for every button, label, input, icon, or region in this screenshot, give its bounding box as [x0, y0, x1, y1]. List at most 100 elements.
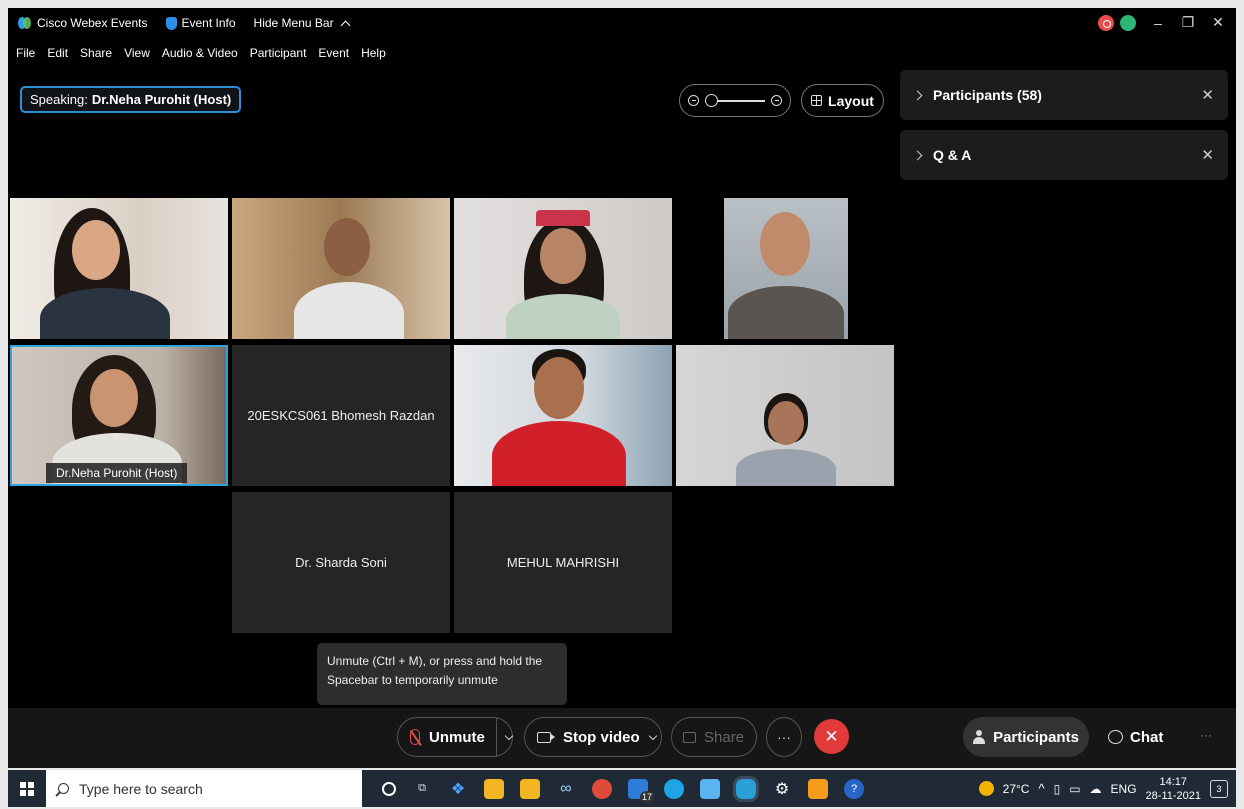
language-indicator[interactable]: ENG	[1111, 782, 1137, 796]
menu-edit[interactable]: Edit	[47, 46, 68, 66]
minimize-button[interactable]: –	[1150, 15, 1166, 31]
participant-video	[10, 198, 228, 339]
mail-icon[interactable]: 17	[628, 778, 654, 803]
system-tray: 27°C ^ ▯ ▭ ☁ ENG 14:17 28-11-2021 3	[978, 770, 1228, 807]
notification-center-icon[interactable]: 3	[1210, 779, 1228, 798]
camera-icon	[537, 731, 555, 743]
task-view-icon[interactable]: ⧉	[412, 779, 432, 799]
event-info-label: Event Info	[181, 16, 236, 30]
chevron-right-icon	[912, 150, 923, 160]
qa-panel-header[interactable]: Q & A ✕	[900, 130, 1228, 180]
webex-taskbar-icon[interactable]	[733, 775, 759, 802]
menu-view[interactable]: View	[124, 46, 150, 66]
video-tile[interactable]	[10, 198, 228, 339]
webex-window: Cisco Webex Events Event Info Hide Menu …	[8, 8, 1236, 768]
video-tile[interactable]	[676, 345, 894, 486]
video-tile[interactable]: 20ESKCS061 Bhomesh Razdan	[232, 345, 450, 486]
microphone-muted-icon	[410, 729, 420, 745]
participant-name: Dr. Sharda Soni	[295, 555, 387, 570]
network-icon[interactable]: ▭	[1069, 782, 1080, 796]
meeting-controls-bar: Unmute Stop video Share ··· ✕ Participan…	[8, 708, 1236, 768]
menu-share[interactable]: Share	[80, 46, 112, 66]
title-right-controls: – ❐ ✕	[1098, 14, 1226, 31]
tray-chevron-up-icon[interactable]: ^	[1038, 781, 1044, 796]
participant-video	[724, 198, 848, 339]
grid-icon	[811, 95, 823, 106]
participant-video	[676, 345, 894, 486]
powerbi-icon[interactable]	[808, 778, 828, 799]
video-tile[interactable]	[232, 198, 450, 339]
cloud-icon[interactable]: ☁	[1090, 782, 1102, 796]
search-placeholder: Type here to search	[79, 780, 203, 797]
zoom-out-icon[interactable]	[688, 95, 699, 106]
unmute-label: Unmute	[429, 728, 485, 746]
infinity-app-icon[interactable]: ∞	[556, 779, 576, 799]
event-info-button[interactable]: Event Info	[165, 16, 236, 30]
participant-video	[232, 198, 450, 339]
participants-button[interactable]: Participants	[963, 717, 1089, 757]
chevron-down-icon[interactable]	[504, 731, 514, 740]
restore-button[interactable]: ❐	[1180, 14, 1196, 31]
menu-audio-video[interactable]: Audio & Video	[162, 46, 238, 66]
close-window-button[interactable]: ✕	[1210, 14, 1226, 31]
stop-video-button[interactable]: Stop video	[524, 717, 662, 757]
video-tile[interactable]: Dr. Sharda Soni	[232, 492, 450, 633]
zoom-in-icon[interactable]	[771, 95, 782, 106]
menu-file[interactable]: File	[16, 46, 35, 66]
app-title: Cisco Webex Events	[18, 16, 148, 30]
recording-status-icon[interactable]	[1098, 14, 1114, 31]
weather-sun-icon[interactable]	[978, 781, 994, 796]
help-app-icon[interactable]: ?	[844, 778, 864, 799]
shield-icon	[165, 16, 177, 30]
video-tile[interactable]: MEHUL MAHRISHI	[454, 492, 672, 633]
share-icon	[683, 731, 696, 743]
speaking-indicator: Speaking: Dr.Neha Purohit (Host)	[20, 86, 242, 113]
speaking-label: Speaking:	[30, 92, 88, 107]
settings-gear-icon[interactable]: ⚙	[772, 779, 792, 799]
windows-taskbar: Type here to search ⧉ ❖ ∞ 17 ⚙ ? 27°C ^ …	[8, 770, 1236, 807]
video-tile[interactable]	[454, 345, 672, 486]
participant-video	[454, 345, 672, 486]
menu-help[interactable]: Help	[361, 46, 386, 66]
network-status-icon[interactable]	[1120, 14, 1136, 31]
chat-button[interactable]: Chat	[1108, 717, 1163, 757]
chrome-icon[interactable]	[592, 778, 612, 799]
store-icon[interactable]	[520, 778, 540, 799]
chevron-up-icon	[340, 20, 351, 30]
participants-panel-header[interactable]: Participants (58) ✕	[900, 70, 1228, 120]
notes-icon[interactable]	[700, 778, 720, 799]
close-icon[interactable]: ✕	[1201, 86, 1214, 104]
clock-time: 14:17	[1159, 775, 1188, 788]
unmute-button[interactable]: Unmute	[397, 717, 514, 757]
more-options-button[interactable]: ···	[766, 717, 802, 757]
video-tile-host[interactable]: Dr.Neha Purohit (Host)	[10, 345, 228, 486]
menu-event[interactable]: Event	[318, 46, 349, 66]
file-explorer-icon[interactable]	[484, 778, 504, 799]
start-button[interactable]	[8, 770, 46, 807]
taskbar-search[interactable]: Type here to search	[46, 770, 362, 807]
chevron-down-icon[interactable]	[648, 731, 657, 740]
cortana-icon[interactable]	[382, 781, 396, 796]
dropbox-icon[interactable]: ❖	[448, 779, 468, 799]
search-icon	[58, 783, 69, 794]
chevron-right-icon	[912, 90, 923, 100]
close-icon[interactable]: ✕	[1201, 146, 1214, 164]
menu-participant[interactable]: Participant	[250, 46, 307, 66]
video-tile[interactable]	[676, 198, 894, 339]
edge-icon[interactable]	[664, 778, 684, 799]
zoom-control	[679, 84, 791, 117]
qa-panel-title: Q & A	[933, 147, 972, 163]
zoom-slider-handle[interactable]	[705, 93, 718, 107]
participant-video	[454, 198, 672, 339]
more-panels-button[interactable]: ···	[1200, 728, 1212, 742]
temperature: 27°C	[1002, 781, 1030, 796]
battery-icon[interactable]: ▯	[1054, 782, 1061, 796]
layout-button[interactable]: Layout	[801, 84, 884, 117]
share-button[interactable]: Share	[671, 717, 757, 757]
participants-icon	[973, 730, 986, 744]
video-tile[interactable]	[454, 198, 672, 339]
hide-menu-bar-button[interactable]: Hide Menu Bar	[254, 16, 351, 30]
leave-meeting-button[interactable]: ✕	[814, 719, 849, 754]
zoom-slider[interactable]	[705, 93, 765, 107]
taskbar-clock[interactable]: 14:17 28-11-2021	[1146, 775, 1201, 803]
